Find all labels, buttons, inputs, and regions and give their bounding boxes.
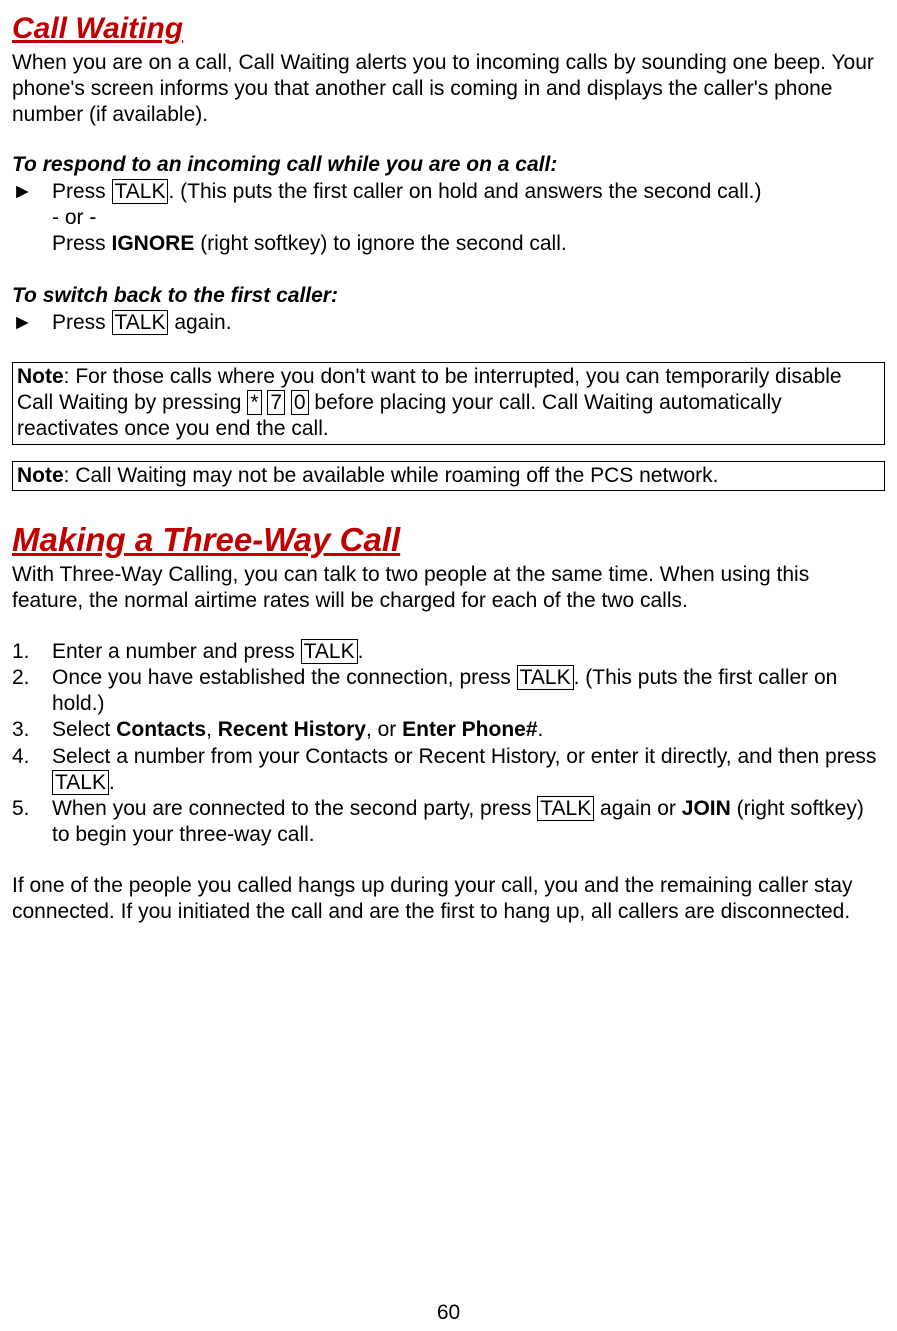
talk-key: TALK xyxy=(52,770,109,795)
text: . xyxy=(358,640,364,663)
step-num: 5. xyxy=(12,796,52,822)
text: again or xyxy=(594,797,682,820)
recent-history-option: Recent History xyxy=(218,718,366,741)
three-way-intro: With Three-Way Calling, you can talk to … xyxy=(12,562,885,615)
bullet-text: Press TALK. (This puts the first caller … xyxy=(52,179,761,205)
or-line: - or - xyxy=(52,205,885,231)
talk-key: TALK xyxy=(112,310,169,335)
call-waiting-intro: When you are on a call, Call Waiting ale… xyxy=(12,50,885,129)
step-text: Select Contacts, Recent History, or Ente… xyxy=(52,717,543,743)
bullet-item: ► Press TALK. (This puts the first calle… xyxy=(12,179,885,205)
contacts-option: Contacts xyxy=(116,718,206,741)
text: , or xyxy=(366,718,402,741)
bullet-item: ► Press TALK again. xyxy=(12,310,885,336)
text: . xyxy=(109,771,115,794)
bullet-symbol: ► xyxy=(12,310,52,336)
bullet-text: Press TALK again. xyxy=(52,310,232,336)
three-way-outro: If one of the people you called hangs up… xyxy=(12,873,885,926)
step-num: 3. xyxy=(12,717,52,743)
text: Press xyxy=(52,232,112,255)
talk-key: TALK xyxy=(517,665,574,690)
step-num: 2. xyxy=(12,665,52,691)
text: Once you have established the connection… xyxy=(52,666,517,689)
text: When you are connected to the second par… xyxy=(52,797,537,820)
bullet-text-alt: Press IGNORE (right softkey) to ignore t… xyxy=(52,231,885,257)
talk-key: TALK xyxy=(537,796,594,821)
text: Press xyxy=(52,180,112,203)
text: . (This puts the first caller on hold an… xyxy=(168,180,761,203)
text: Press xyxy=(52,311,112,334)
enter-phone-option: Enter Phone# xyxy=(402,718,537,741)
text: : Call Waiting may not be available whil… xyxy=(64,464,719,487)
text: Select a number from your Contacts or Re… xyxy=(52,745,876,768)
text: . xyxy=(538,718,544,741)
talk-key: TALK xyxy=(112,179,169,204)
text: , xyxy=(206,718,218,741)
note-label: Note xyxy=(17,464,64,487)
ignore-softkey: IGNORE xyxy=(112,232,195,255)
step-text: Select a number from your Contacts or Re… xyxy=(52,744,885,797)
step-num: 4. xyxy=(12,744,52,770)
note-box-2: Note: Call Waiting may not be available … xyxy=(12,461,885,491)
note-box-1: Note: For those calls where you don't wa… xyxy=(12,362,885,445)
step-text: Once you have established the connection… xyxy=(52,665,885,718)
seven-key: 7 xyxy=(267,390,285,415)
text: again. xyxy=(168,311,231,334)
text: Select xyxy=(52,718,116,741)
zero-key: 0 xyxy=(291,390,309,415)
step-row: 1. Enter a number and press TALK. xyxy=(12,639,885,665)
text: Enter a number and press xyxy=(52,640,301,663)
section-title-call-waiting: Call Waiting xyxy=(12,10,885,48)
star-key: * xyxy=(247,390,261,415)
step-text: When you are connected to the second par… xyxy=(52,796,885,849)
section-title-three-way: Making a Three-Way Call xyxy=(12,519,885,560)
join-softkey: JOIN xyxy=(682,797,731,820)
step-num: 1. xyxy=(12,639,52,665)
step-row: 5. When you are connected to the second … xyxy=(12,796,885,849)
subhead-respond: To respond to an incoming call while you… xyxy=(12,152,885,178)
step-row: 2. Once you have established the connect… xyxy=(12,665,885,718)
subhead-switchback: To switch back to the first caller: xyxy=(12,283,885,309)
text: (right softkey) to ignore the second cal… xyxy=(194,232,566,255)
talk-key: TALK xyxy=(301,639,358,664)
step-row: 3. Select Contacts, Recent History, or E… xyxy=(12,717,885,743)
step-text: Enter a number and press TALK. xyxy=(52,639,363,665)
bullet-symbol: ► xyxy=(12,179,52,205)
step-row: 4. Select a number from your Contacts or… xyxy=(12,744,885,797)
page-number: 60 xyxy=(0,1300,897,1326)
note-label: Note xyxy=(17,365,64,388)
